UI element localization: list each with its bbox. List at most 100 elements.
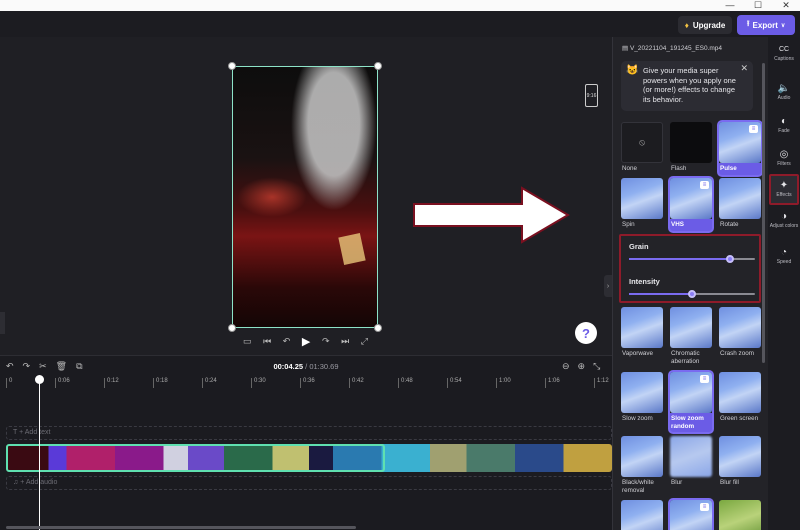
panel-scrollbar[interactable]: [762, 63, 765, 363]
effect-green-screen[interactable]: Green screen: [719, 372, 761, 425]
effect-label: Blur fill: [720, 479, 739, 486]
effect-thumbnail-partial[interactable]: [719, 500, 761, 530]
close-icon[interactable]: ✕: [772, 0, 800, 11]
zoom-out-icon[interactable]: ⊖: [562, 361, 570, 372]
effects-panel: ▤ V_20221104_191245_ES0.mp4 😺 Give your …: [612, 37, 768, 530]
effect-blur[interactable]: Blur: [670, 436, 712, 489]
text-track[interactable]: T + Add text: [6, 426, 612, 440]
effect-crash-zoom[interactable]: Crash zoom: [719, 307, 761, 360]
ruler-tick: 1:12: [594, 378, 609, 388]
effect-slow-zoom[interactable]: Slow zoom: [621, 372, 663, 425]
rail-filters[interactable]: ◎ Filters: [768, 149, 800, 167]
captions-icon[interactable]: ▭: [243, 336, 252, 347]
effect-none[interactable]: ⦸ None: [621, 122, 663, 175]
ruler-tick: 1:00: [496, 378, 511, 388]
music-icon: ♫: [13, 479, 19, 486]
forward-icon[interactable]: ↷: [322, 336, 330, 347]
effect-thumbnail: [621, 372, 663, 413]
filters-icon: ◎: [779, 149, 789, 160]
grain-label: Grain: [629, 242, 649, 251]
rail-label: Effects: [776, 192, 792, 198]
effect-thumbnail-partial[interactable]: ≡: [668, 498, 714, 530]
grain-slider-thumb[interactable]: [725, 255, 734, 263]
upgrade-button[interactable]: ♦ Upgrade: [678, 16, 732, 34]
grain-slider[interactable]: [629, 255, 755, 263]
grain-slider-fill: [629, 258, 730, 260]
ruler-tick: 0:24: [202, 378, 217, 388]
export-button[interactable]: ⭱ Export ∨: [737, 15, 795, 35]
resize-handle[interactable]: [374, 324, 382, 332]
rail-label: Fade: [778, 128, 790, 134]
effect-label: Rotate: [720, 221, 739, 228]
ruler-tick: 0:54: [447, 378, 462, 388]
intensity-slider[interactable]: [629, 290, 755, 298]
ruler-tick: 1:06: [545, 378, 560, 388]
rail-captions[interactable]: CC Captions: [768, 44, 800, 62]
settings-icon: ≡: [700, 181, 709, 189]
zoom-in-icon[interactable]: ⊕: [578, 361, 586, 372]
close-icon[interactable]: ✕: [740, 63, 748, 74]
effect-settings-sliders: Grain Intensity: [619, 234, 761, 303]
skip-back-icon[interactable]: ⏮: [263, 336, 271, 347]
effect-rotate[interactable]: Rotate: [719, 178, 761, 231]
effect-label: Pulse: [719, 163, 761, 175]
effect-blur-fill[interactable]: Blur fill: [719, 436, 761, 489]
effect-chromatic-aberration[interactable]: Chromatic aberration: [670, 307, 712, 367]
selected-clip[interactable]: [6, 444, 385, 472]
video-frame[interactable]: [232, 66, 378, 328]
effect-label: Green screen: [720, 415, 759, 422]
effects-tip-card: 😺 Give your media super powers when you …: [621, 61, 753, 111]
playback-controls: ▭ ⏮ ↶ ▶ ↷ ⏭ ⤢: [243, 335, 368, 348]
help-button[interactable]: ?: [575, 322, 597, 344]
rail-fade[interactable]: ◐ Fade: [768, 116, 800, 134]
effect-thumbnail: [719, 178, 761, 219]
left-panel-expand-tab[interactable]: [0, 312, 5, 334]
speaker-icon: 🔈: [777, 83, 791, 94]
add-text-label: + Add text: [19, 429, 51, 436]
resize-handle[interactable]: [374, 62, 382, 70]
maximize-icon[interactable]: ☐: [744, 0, 772, 11]
fullscreen-icon[interactable]: ⤢: [361, 336, 368, 347]
play-icon[interactable]: ▶: [302, 335, 310, 348]
effect-vaporwave[interactable]: Vaporwave: [621, 307, 663, 360]
rail-speed[interactable]: ◔ Speed: [768, 247, 800, 265]
effect-thumbnail: [719, 500, 761, 530]
ruler-tick: 0:48: [398, 378, 413, 388]
timeline: ↶ ↷ ✂ 🗑 ⧉ 00:04.25 / 01:30.69 ⊖ ⊕ ⤡ 0 0:…: [0, 355, 612, 530]
effect-black-white-removal[interactable]: Black/white removal: [621, 436, 663, 496]
effect-thumbnail: [719, 436, 761, 477]
rail-effects[interactable]: ✦ Effects: [769, 174, 799, 205]
rail-adjust-colors[interactable]: ◑ Adjust colors: [768, 211, 800, 229]
playhead[interactable]: [39, 376, 40, 530]
effect-vhs[interactable]: ≡ VHS: [668, 176, 714, 233]
resize-handle[interactable]: [228, 324, 236, 332]
minimize-icon[interactable]: —: [716, 0, 744, 11]
fit-timeline-icon[interactable]: ⤡: [593, 361, 600, 372]
emoji-icon: 😺: [626, 65, 639, 76]
effect-pulse[interactable]: ≡ Pulse: [717, 120, 763, 177]
video-sign: [338, 233, 366, 265]
intensity-slider-thumb[interactable]: [688, 290, 696, 298]
effect-thumbnail-partial[interactable]: [621, 500, 663, 530]
rewind-icon[interactable]: ↶: [283, 336, 291, 347]
ruler-tick: 0:12: [104, 378, 119, 388]
adjust-colors-icon: ◑: [780, 211, 788, 222]
rail-audio[interactable]: 🔈 Audio: [768, 83, 800, 101]
effect-thumbnail: [719, 307, 761, 348]
audio-track[interactable]: ♫ + Add audio: [6, 476, 612, 490]
aspect-ratio-button[interactable]: 9:16: [585, 84, 598, 107]
ruler-tick: 0:06: [55, 378, 70, 388]
panel-collapse-tab[interactable]: ›: [604, 275, 612, 297]
video-glow: [237, 177, 307, 217]
effect-spin[interactable]: Spin: [621, 178, 663, 231]
intensity-label: Intensity: [629, 277, 660, 286]
effect-flash[interactable]: Flash: [670, 122, 712, 175]
playhead-handle[interactable]: [35, 375, 44, 384]
effect-slow-zoom-random[interactable]: ≡ Slow zoom random: [668, 370, 714, 434]
app-header: ♦ Upgrade ⭱ Export ∨: [0, 11, 800, 37]
ruler-tick: 0:42: [349, 378, 364, 388]
resize-handle[interactable]: [228, 62, 236, 70]
skip-forward-icon[interactable]: ⏭: [341, 336, 349, 347]
time-ruler[interactable]: 0 0:06 0:12 0:18 0:24 0:30 0:36 0:42 0:4…: [0, 378, 612, 390]
timeline-scrollbar[interactable]: [6, 526, 356, 529]
